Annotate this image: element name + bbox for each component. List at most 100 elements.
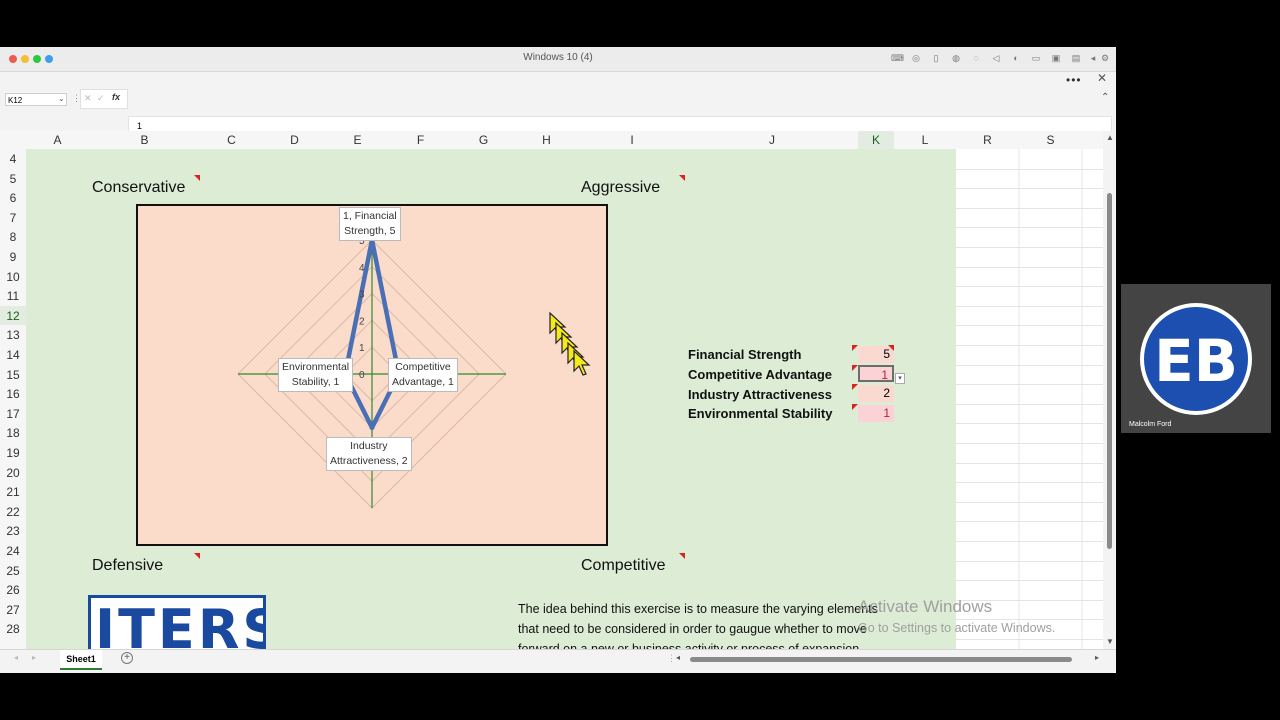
more-options-icon[interactable]: ••• (1066, 73, 1082, 87)
chevron-down-icon[interactable]: ⌄ (58, 94, 65, 103)
video-participant-tile[interactable]: EB Malcolm Ford (1121, 284, 1271, 433)
column-header-r[interactable]: R (956, 131, 1019, 149)
row-header-20[interactable]: 20 (0, 463, 26, 483)
row-header-22[interactable]: 22 (0, 502, 26, 522)
company-logo: ITERS (88, 595, 266, 649)
vertical-scrollbar[interactable]: ▲ ▼ (1103, 131, 1116, 649)
metric-value-industry-attractiveness[interactable]: 2 (858, 385, 894, 402)
close-icon[interactable]: ✕ (1097, 71, 1107, 85)
column-header-s[interactable]: S (1019, 131, 1082, 149)
row-header-14[interactable]: 14 (0, 345, 26, 365)
row-header-8[interactable]: 8 (0, 227, 26, 247)
comment-indicator[interactable] (679, 175, 685, 181)
comment-indicator[interactable] (852, 404, 858, 410)
formula-bar: ••• ✕ K12 ⌄ ⋮ ✕ ✓ fx 1 ⌃ (0, 71, 1116, 158)
column-header-a[interactable]: A (26, 131, 89, 149)
printer-icon[interactable]: ▭ (1031, 53, 1041, 63)
row-header-11[interactable]: 11 (0, 286, 26, 306)
usb-icon[interactable]: ▯ (931, 53, 941, 63)
row-header-28[interactable]: 28 (0, 619, 26, 639)
comment-indicator[interactable] (852, 365, 858, 371)
comment-indicator[interactable] (194, 553, 200, 559)
row-header-21[interactable]: 21 (0, 482, 26, 502)
comment-indicator[interactable] (888, 345, 894, 351)
sheet-grid[interactable]: Conservative Aggressive Defensive Compet… (26, 149, 1103, 649)
dropdown-arrow-icon[interactable]: ▾ (895, 373, 905, 384)
row-header-16[interactable]: 16 (0, 384, 26, 404)
row-header-17[interactable]: 17 (0, 404, 26, 424)
data-label-industry-attractiveness[interactable]: Industry Attractiveness, 2 (326, 437, 412, 471)
column-header-g[interactable]: G (452, 131, 515, 149)
scroll-down-icon[interactable]: ▼ (1106, 637, 1114, 646)
row-header-10[interactable]: 10 (0, 267, 26, 287)
row-header-5[interactable]: 5 (0, 169, 26, 189)
horizontal-scroll-thumb[interactable] (690, 657, 1072, 662)
metric-value-competitive-advantage[interactable]: 1 (858, 365, 894, 382)
row-header-26[interactable]: 26 (0, 580, 26, 600)
row-header-18[interactable]: 18 (0, 423, 26, 443)
column-header-j[interactable]: J (686, 131, 858, 149)
column-header-l[interactable]: L (894, 131, 956, 149)
scroll-right-icon[interactable]: ▸ (1095, 653, 1099, 662)
column-header-f[interactable]: F (389, 131, 452, 149)
camera-icon[interactable]: ▣ (1051, 53, 1061, 63)
disc-icon[interactable]: ◎ (911, 53, 921, 63)
keyboard-icon[interactable]: ⌨ (891, 53, 904, 63)
prev-sheet-icon[interactable]: ◂ (14, 653, 18, 662)
row-header-25[interactable]: 25 (0, 561, 26, 581)
metric-label-financial-strength[interactable]: Financial Strength (688, 347, 801, 362)
folder-icon[interactable]: ▤ (1071, 53, 1081, 63)
metric-label-competitive-advantage[interactable]: Competitive Advantage (688, 367, 832, 382)
enter-icon[interactable]: ✓ (97, 93, 105, 104)
row-header-19[interactable]: 19 (0, 443, 26, 463)
column-headers: A B C D E F G H I J K L R S (0, 131, 1103, 151)
row-header-27[interactable]: 27 (0, 600, 26, 620)
radar-chart[interactable]: 012345 1, Financial Strength, 5 Competit… (136, 204, 608, 546)
comment-indicator[interactable] (679, 553, 685, 559)
row-header-6[interactable]: 6 (0, 188, 26, 208)
data-label-financial-strength[interactable]: 1, Financial Strength, 5 (339, 207, 401, 241)
row-header-15[interactable]: 15 (0, 365, 26, 385)
metric-value-environmental-stability[interactable]: 1 (858, 405, 894, 422)
comment-indicator[interactable] (852, 384, 858, 390)
cancel-icon[interactable]: ✕ (84, 93, 92, 104)
row-header-24[interactable]: 24 (0, 541, 26, 561)
column-header-h[interactable]: H (515, 131, 578, 149)
vertical-scroll-thumb[interactable] (1107, 193, 1112, 549)
insert-function-icon[interactable]: fx (112, 92, 120, 102)
collapse-formula-icon[interactable]: ⌃ (1101, 92, 1109, 103)
column-header-c[interactable]: C (200, 131, 263, 149)
row-header-13[interactable]: 13 (0, 325, 26, 345)
row-header-4[interactable]: 4 (0, 149, 26, 169)
data-label-environmental-stability[interactable]: Environmental Stability, 1 (278, 358, 354, 392)
row-header-9[interactable]: 9 (0, 247, 26, 267)
settings-gear-icon[interactable]: ⚙ (1100, 53, 1110, 63)
comment-indicator[interactable] (852, 345, 858, 351)
column-header-i[interactable]: I (578, 131, 686, 149)
metric-label-environmental-stability[interactable]: Environmental Stability (688, 406, 832, 421)
data-label-competitive-advantage[interactable]: Competitive Advantage, 1 (388, 358, 458, 392)
speaker-icon[interactable]: ◁ (991, 53, 1001, 63)
column-header-k[interactable]: K (858, 131, 894, 151)
split-handle-icon[interactable]: ⋮ (667, 653, 676, 664)
label-aggressive: Aggressive (581, 179, 661, 196)
next-sheet-icon[interactable]: ▸ (32, 653, 36, 662)
column-header-d[interactable]: D (263, 131, 326, 149)
globe-icon[interactable]: ◌ (971, 53, 981, 63)
row-header-7[interactable]: 7 (0, 208, 26, 228)
scroll-up-icon[interactable]: ▲ (1106, 133, 1114, 142)
network-icon[interactable]: ◍ (951, 53, 961, 63)
metric-label-industry-attractiveness[interactable]: Industry Attractiveness (688, 387, 832, 402)
column-header-e[interactable]: E (326, 131, 389, 149)
tab-sheet1[interactable]: Sheet1 (60, 650, 102, 670)
add-sheet-icon[interactable]: + (121, 652, 133, 664)
row-header-23[interactable]: 23 (0, 521, 26, 541)
microphone-icon[interactable]: ◐ (1011, 53, 1021, 63)
label-conservative: Conservative (92, 179, 186, 196)
scroll-left-icon[interactable]: ◂ (676, 653, 680, 662)
row-header-12[interactable]: 12 (0, 305, 28, 326)
column-header-b[interactable]: B (89, 131, 200, 149)
sheet-tab-bar: ◂ ▸ Sheet1 + ⋮ ◂ ▸ (0, 649, 1116, 673)
comment-indicator[interactable] (194, 175, 200, 181)
back-icon[interactable]: ◂ (1088, 53, 1098, 63)
